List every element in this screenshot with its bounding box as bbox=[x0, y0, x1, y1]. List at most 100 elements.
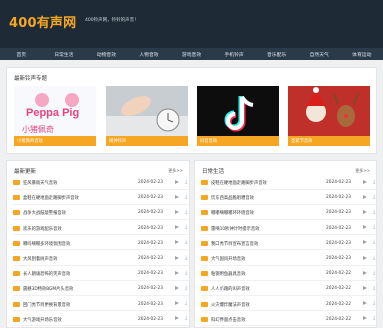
nav-item-home[interactable]: 首页 bbox=[0, 48, 43, 60]
download-icon[interactable]: ⤓ bbox=[373, 270, 378, 276]
list-item[interactable]: 雷嘀10秒钟计时提示音效 2024-02-23 ⤓ bbox=[201, 223, 377, 236]
featured-item-peppa-pig[interactable]: Peppa Pig 小猪佩奇 小猪佩奇音效 bbox=[14, 86, 96, 146]
list-item-title[interactable]: 火灾爆炸魔法声音效 bbox=[211, 302, 250, 308]
download-icon[interactable]: ⤓ bbox=[185, 225, 190, 230]
list-item-title[interactable]: 雷嘀10秒钟计时提示音效 bbox=[211, 226, 259, 232]
list-item-title[interactable]: 战争大战鼓敲警报音效 bbox=[23, 210, 66, 216]
list-item-title[interactable]: 嘟吗嘀嘟多环境氛围音效 bbox=[23, 241, 70, 247]
play-icon[interactable] bbox=[175, 225, 179, 230]
list-item-title[interactable]: 大风刮着树声音效 bbox=[23, 256, 57, 262]
list-item-title[interactable]: 大气国风开场音效 bbox=[211, 256, 245, 262]
list-item[interactable]: 大气国风开场音效 2024-02-23 ⤓ bbox=[201, 253, 377, 266]
download-icon[interactable]: ⤓ bbox=[373, 255, 378, 261]
download-icon[interactable]: ⤓ bbox=[185, 270, 190, 276]
play-icon[interactable] bbox=[175, 285, 179, 290]
download-icon[interactable]: ⤓ bbox=[373, 285, 378, 291]
play-icon[interactable] bbox=[363, 179, 367, 184]
play-icon[interactable] bbox=[363, 194, 367, 199]
list-item-title[interactable]: 人人爪踏的叫声音效 bbox=[211, 286, 250, 292]
download-icon[interactable]: ⤓ bbox=[373, 209, 378, 215]
download-icon[interactable]: ⤓ bbox=[185, 209, 190, 215]
featured-item-alarm-clock[interactable]: 闹钟铃声 bbox=[106, 86, 188, 146]
play-icon[interactable] bbox=[363, 301, 367, 306]
list-item[interactable]: 大气游戏开场乐音效 2024-02-23 ⤓ bbox=[13, 314, 189, 327]
play-icon[interactable] bbox=[175, 255, 179, 260]
nav-item-music[interactable]: 音乐配乐 bbox=[255, 48, 298, 60]
play-icon[interactable] bbox=[363, 316, 367, 321]
list-item[interactable]: 火灾爆炸魔法声音效 2024-02-22 ⤓ bbox=[201, 299, 377, 312]
download-icon[interactable]: ⤓ bbox=[373, 316, 378, 321]
list-item-title[interactable]: 震撼3D特效BGM片头音效 bbox=[23, 286, 73, 292]
list-item[interactable]: 回门秀节目更换背景音效 2024-02-23 ⤓ bbox=[13, 299, 189, 312]
list-item-title[interactable]: 饮东西高品脆咀嚼音效 bbox=[211, 195, 254, 201]
play-icon[interactable] bbox=[175, 301, 179, 306]
list-item[interactable]: 饮东西高品脆咀嚼音效 2024-02-23 ⤓ bbox=[201, 192, 377, 205]
play-icon[interactable] bbox=[363, 225, 367, 230]
list-item-title[interactable]: 盒鞋在硬地面走路脚步声音效 bbox=[23, 195, 79, 201]
nav-item-weather[interactable]: 自然天气 bbox=[298, 48, 341, 60]
list-item-title[interactable]: 科幻界面点击音效 bbox=[211, 317, 245, 323]
nav-item-ringtone[interactable]: 手机铃声 bbox=[213, 48, 256, 60]
download-icon[interactable]: ⤓ bbox=[373, 225, 378, 230]
play-icon[interactable] bbox=[175, 240, 179, 245]
play-icon[interactable] bbox=[175, 270, 179, 275]
nav-item-sports[interactable]: 体育运动 bbox=[341, 48, 383, 60]
list-item-title[interactable]: 粘钢用鱼器具音效 bbox=[211, 271, 245, 277]
featured-item-tiktok[interactable]: 抖音音效 bbox=[197, 86, 279, 146]
list-item[interactable]: 科幻界面点击音效 2024-02-22 ⤓ bbox=[201, 314, 377, 327]
featured-item-christmas[interactable]: 圣诞节音效 bbox=[288, 86, 370, 146]
list-item[interactable]: 人人爪踏的叫声音效 2024-02-22 ⤓ bbox=[201, 283, 377, 296]
list-item[interactable]: 嘟吗嘀嘟多环境氛围音效 2024-02-23 ⤓ bbox=[13, 238, 189, 251]
play-icon[interactable] bbox=[363, 285, 367, 290]
list-item[interactable]: 我口秀节目宣布宣言音效 2024-02-23 ⤓ bbox=[201, 238, 377, 251]
download-icon[interactable]: ⤓ bbox=[185, 179, 190, 185]
download-icon[interactable]: ⤓ bbox=[185, 285, 190, 291]
latest-updates-more-link[interactable]: 更多>> bbox=[168, 168, 183, 174]
list-item[interactable]: 盒鞋在硬地面走路脚步声音效 2024-02-23 ⤓ bbox=[13, 192, 189, 205]
site-logo[interactable]: 400有声网 bbox=[9, 12, 76, 31]
play-icon[interactable] bbox=[175, 179, 179, 184]
list-item-title[interactable]: 回门秀节目更换背景音效 bbox=[23, 302, 70, 308]
download-icon[interactable]: ⤓ bbox=[185, 240, 190, 245]
download-icon[interactable]: ⤓ bbox=[373, 179, 378, 185]
nav-item-animal[interactable]: 动物音效 bbox=[85, 48, 128, 60]
list-item-title[interactable]: 皮鞋在硬地面走路脚步声音效 bbox=[211, 180, 267, 186]
list-item[interactable]: 皮鞋在硬地面走路脚步声音效 2024-02-23 ⤓ bbox=[201, 177, 377, 190]
list-item-title[interactable]: 嘟嘟嘀嘟嘟环环绕音效 bbox=[211, 210, 254, 216]
list-item-title[interactable]: 欢乐的游戏配乐音效 bbox=[23, 226, 62, 232]
audio-file-icon bbox=[201, 256, 208, 261]
download-icon[interactable]: ⤓ bbox=[373, 240, 378, 245]
list-item-title[interactable]: 大气游戏开场乐音效 bbox=[23, 317, 62, 323]
download-icon[interactable]: ⤓ bbox=[185, 301, 190, 306]
list-item[interactable]: 狂风暴雨天气音效 2024-02-23 ⤓ bbox=[13, 177, 189, 190]
nav-item-people[interactable]: 人物音效 bbox=[128, 48, 171, 60]
list-item-date: 2024-02-23 bbox=[138, 180, 163, 185]
list-item-title[interactable]: 长人朗诵恐怖的笑声音效 bbox=[23, 271, 70, 277]
play-icon[interactable] bbox=[363, 255, 367, 260]
latest-updates-panel: 最新更新 更多>> 狂风暴雨天气音效 2024-02-23 ⤓ 盒鞋在硬地面走路脚步声… bbox=[6, 160, 190, 328]
list-item[interactable]: 欢乐的游戏配乐音效 2024-02-23 ⤓ bbox=[13, 223, 189, 236]
list-item[interactable]: 大风刮着树声音效 2024-02-23 ⤓ bbox=[13, 253, 189, 266]
audio-file-icon bbox=[13, 240, 20, 246]
nav-item-game[interactable]: 游戏音效 bbox=[170, 48, 213, 60]
list-item[interactable]: 震撼3D特效BGM片头音效 2024-02-23 ⤓ bbox=[13, 283, 189, 296]
download-icon[interactable]: ⤓ bbox=[185, 194, 190, 200]
daily-life-more-link[interactable]: 更多>> bbox=[355, 168, 370, 174]
download-icon[interactable]: ⤓ bbox=[373, 301, 378, 306]
play-icon[interactable] bbox=[175, 194, 179, 199]
list-item[interactable]: 粘钢用鱼器具音效 2024-02-22 ⤓ bbox=[201, 268, 377, 281]
play-icon[interactable] bbox=[175, 209, 179, 214]
play-icon[interactable] bbox=[363, 240, 367, 245]
download-icon[interactable]: ⤓ bbox=[185, 316, 190, 321]
list-item[interactable]: 长人朗诵恐怖的笑声音效 2024-02-23 ⤓ bbox=[13, 268, 189, 281]
list-item[interactable]: 战争大战鼓敲警报音效 2024-02-23 ⤓ bbox=[13, 207, 189, 220]
list-item[interactable]: 嘟嘟嘀嘟嘟环环绕音效 2024-02-23 ⤓ bbox=[201, 207, 377, 220]
nav-item-daily-life[interactable]: 日常生活 bbox=[43, 48, 86, 60]
play-icon[interactable] bbox=[363, 209, 367, 214]
play-icon[interactable] bbox=[363, 270, 367, 275]
play-icon[interactable] bbox=[175, 316, 179, 321]
download-icon[interactable]: ⤓ bbox=[185, 255, 190, 261]
download-icon[interactable]: ⤓ bbox=[373, 194, 378, 200]
list-item-title[interactable]: 我口秀节目宣布宣言音效 bbox=[211, 241, 258, 247]
list-item-title[interactable]: 狂风暴雨天气音效 bbox=[23, 180, 57, 186]
